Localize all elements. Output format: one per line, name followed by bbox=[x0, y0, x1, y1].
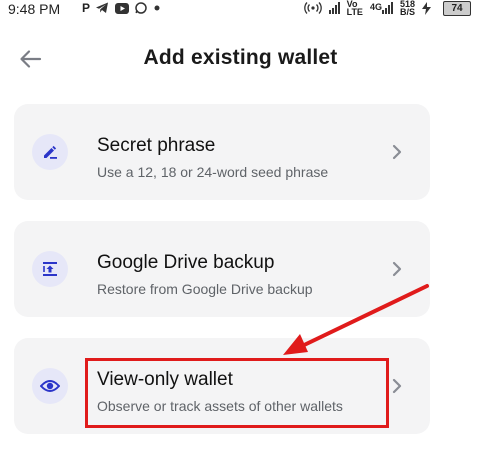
page-title: Add existing wallet bbox=[143, 46, 338, 69]
icon-circle bbox=[32, 134, 68, 170]
icon-circle bbox=[32, 368, 68, 404]
speed-unit: B/S bbox=[399, 7, 415, 17]
signal-icon-2 bbox=[381, 2, 393, 14]
option-title: Secret phrase bbox=[97, 135, 216, 156]
option-subtitle: Use a 12, 18 or 24-word seed phrase bbox=[97, 164, 329, 180]
hotspot-icon bbox=[303, 2, 322, 14]
dot-icon bbox=[154, 5, 160, 11]
option-secret-phrase[interactable]: Secret phrase Use a 12, 18 or 24-word se… bbox=[14, 104, 430, 200]
option-title: Google Drive backup bbox=[97, 252, 275, 273]
charging-icon bbox=[422, 1, 431, 15]
lte-label: LTE bbox=[346, 7, 363, 17]
youtube-icon bbox=[115, 2, 130, 14]
pen-icon bbox=[44, 145, 57, 159]
whatsapp-icon bbox=[135, 2, 147, 14]
telegram-icon bbox=[96, 2, 109, 13]
chevron-right-icon bbox=[392, 261, 402, 277]
chevron-right-icon bbox=[392, 378, 402, 394]
p-app-icon: P bbox=[82, 1, 91, 15]
network-4g-label: 4G bbox=[369, 2, 382, 12]
option-google-drive-backup[interactable]: Google Drive backup Restore from Google … bbox=[14, 221, 430, 317]
notification-icons: P bbox=[82, 0, 161, 16]
icon-circle bbox=[32, 251, 68, 287]
restore-icon bbox=[43, 262, 57, 276]
option-subtitle: Restore from Google Drive backup bbox=[97, 281, 313, 297]
annotation-highlight-box bbox=[85, 358, 389, 428]
status-bar: 9:48 PM P Vo LTE 4G 518 B/S 74 bbox=[0, 0, 481, 18]
chevron-right-icon bbox=[392, 144, 402, 160]
eye-icon bbox=[40, 380, 60, 392]
system-indicators: Vo LTE 4G 518 B/S bbox=[303, 0, 431, 17]
status-time: 9:48 PM bbox=[8, 1, 61, 17]
battery-icon: 74 bbox=[443, 1, 471, 16]
signal-icon bbox=[328, 2, 340, 14]
